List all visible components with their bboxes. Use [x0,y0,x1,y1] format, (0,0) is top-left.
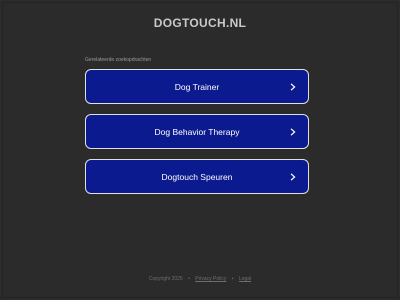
chevron-right-icon [290,172,296,181]
footer: Copyright 2025 • Privacy Policy • Legal [0,276,400,282]
footer-separator: • [231,276,234,282]
footer-copyright: Copyright 2025 [148,276,183,282]
footer-separator: • [188,276,190,282]
related-link-label: Dog Behavior Therapy [154,126,240,137]
related-link-dog-trainer[interactable]: Dog Trainer [85,69,309,104]
privacy-policy-link[interactable]: Privacy Policy [195,276,226,282]
related-link-dogtouch-speuren[interactable]: Dogtouch Speuren [85,159,309,194]
site-title: DOGTOUCH.NL [153,16,247,30]
legal-link[interactable]: Legal [239,276,251,282]
related-searches-label: Gerelateerde zoekopdrachten [85,57,152,63]
chevron-right-icon [290,82,296,91]
page-frame [2,2,398,298]
chevron-right-icon [290,127,296,136]
related-link-label: Dogtouch Speuren [161,171,233,182]
related-link-dog-behavior-therapy[interactable]: Dog Behavior Therapy [85,114,309,149]
related-link-label: Dog Trainer [174,81,220,92]
